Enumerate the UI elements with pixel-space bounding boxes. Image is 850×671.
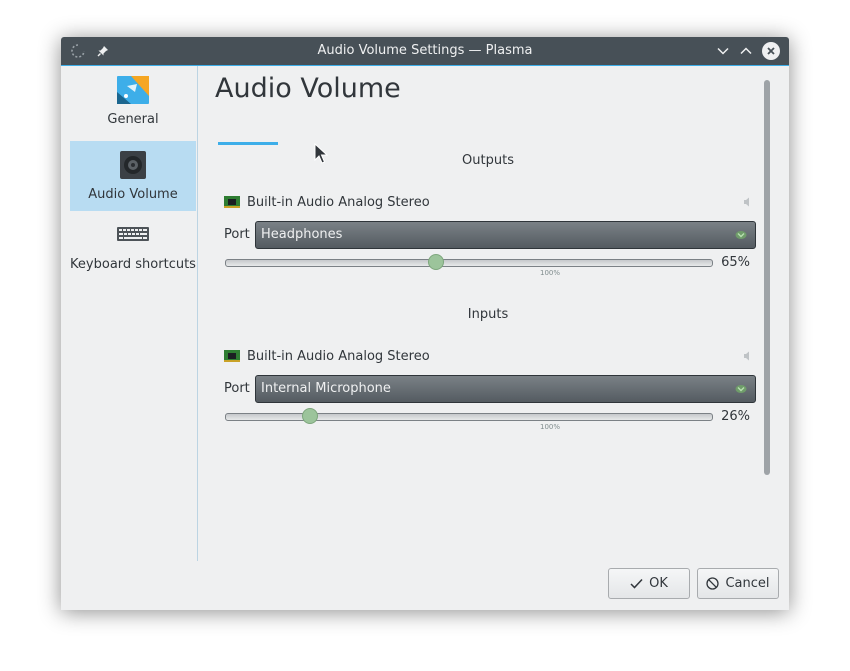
window-title: Audio Volume Settings — Plasma: [317, 43, 533, 58]
input-port-label: Port: [224, 381, 250, 396]
chevron-down-icon: [735, 385, 747, 393]
output-port-value: Headphones: [261, 227, 343, 242]
audio-card-icon: [224, 196, 240, 208]
output-volume-value: 65%: [721, 255, 750, 270]
output-device-row: Built-in Audio Analog Stereo: [224, 192, 754, 212]
page-title: Audio Volume: [215, 73, 401, 104]
sidebar-item-label: Keyboard shortcuts: [70, 257, 196, 272]
checkmark-icon: [630, 578, 643, 589]
cancel-button[interactable]: Cancel: [697, 568, 779, 599]
input-device-name: Built-in Audio Analog Stereo: [247, 348, 430, 364]
speaker-icon: [70, 151, 196, 181]
outputs-section-title: Outputs: [462, 153, 514, 168]
tab-indicator: [218, 142, 278, 145]
close-icon: [762, 42, 780, 60]
sidebar-item-keyboard-shortcuts[interactable]: Keyboard shortcuts: [70, 211, 196, 281]
output-port-label: Port: [224, 227, 250, 242]
vertical-scrollbar[interactable]: [764, 80, 770, 475]
output-mute-icon[interactable]: [742, 196, 754, 208]
sidebar-item-label: General: [107, 112, 159, 127]
output-device-name: Built-in Audio Analog Stereo: [247, 194, 430, 210]
audio-card-icon: [224, 350, 240, 362]
input-port-value: Internal Microphone: [261, 381, 391, 396]
input-volume-slider-handle[interactable]: [301, 408, 318, 424]
cancel-button-label: Cancel: [725, 576, 770, 591]
sidebar-item-label: Audio Volume: [88, 187, 178, 202]
keyboard-icon: [70, 221, 196, 251]
output-port-combobox[interactable]: Headphones: [255, 221, 756, 249]
sidebar-item-audio-volume[interactable]: Audio Volume: [70, 141, 196, 211]
input-100-percent-mark: 100%: [540, 423, 561, 431]
close-button[interactable]: [761, 37, 781, 65]
minimize-icon[interactable]: [714, 37, 732, 65]
inputs-section-title: Inputs: [467, 307, 509, 322]
input-device-row: Built-in Audio Analog Stereo: [224, 346, 754, 366]
cancel-icon: [706, 577, 720, 590]
input-volume-value: 26%: [721, 409, 750, 424]
ok-button-label: OK: [649, 576, 668, 591]
input-volume-slider[interactable]: [225, 413, 713, 421]
maximize-icon[interactable]: [737, 37, 755, 65]
ok-button[interactable]: OK: [608, 568, 690, 599]
output-100-percent-mark: 100%: [540, 269, 561, 277]
general-settings-icon: [70, 76, 196, 106]
chevron-down-icon: [735, 231, 747, 239]
input-port-combobox[interactable]: Internal Microphone: [255, 375, 756, 403]
output-volume-slider[interactable]: [225, 259, 713, 267]
settings-window: Audio Volume Settings — Plasma General A…: [61, 37, 789, 610]
input-mute-icon[interactable]: [742, 350, 754, 362]
title-bar[interactable]: Audio Volume Settings — Plasma: [61, 37, 789, 66]
sidebar-item-general[interactable]: General: [70, 66, 196, 136]
output-volume-slider-handle[interactable]: [428, 254, 445, 270]
sidebar: General Audio Volume Keyboard shortcuts: [61, 66, 198, 561]
